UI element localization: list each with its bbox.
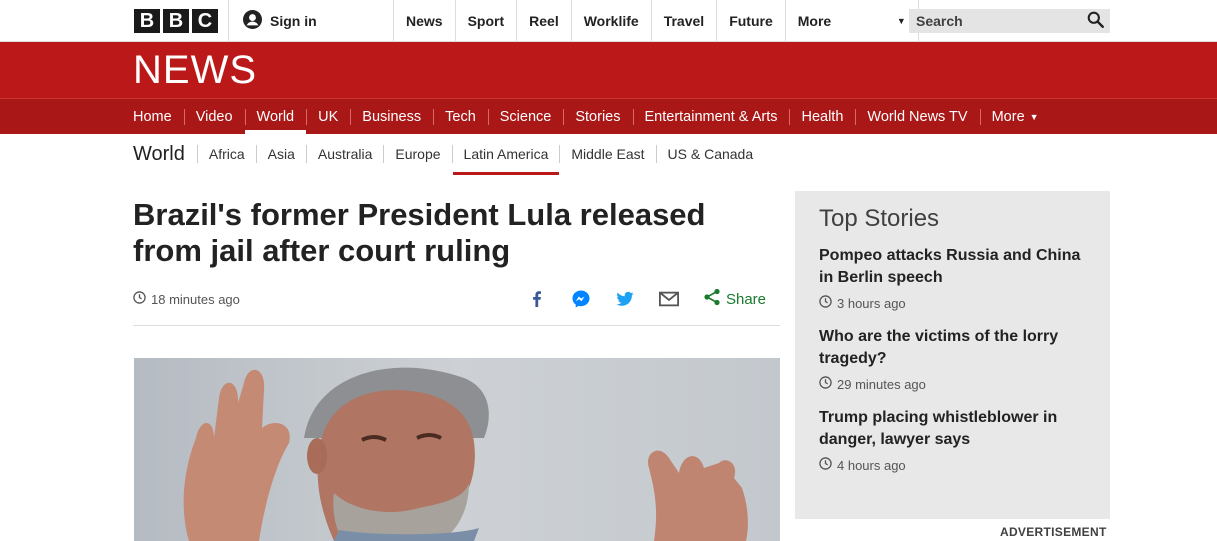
top-story-link[interactable]: Trump placing whistleblower in danger, l… — [819, 407, 1086, 451]
article-meta-row: 18 minutes ago Share — [133, 286, 780, 326]
top-story-time-text: 4 hours ago — [837, 457, 906, 473]
share-label: Share — [725, 290, 766, 308]
global-nav-worklife[interactable]: Worklife — [570, 0, 651, 42]
article-timestamp: 18 minutes ago — [133, 291, 240, 307]
logo-letter: B — [134, 9, 160, 33]
global-nav-more-label: More — [797, 13, 832, 29]
top-story-time: 29 minutes ago — [819, 376, 1086, 392]
caret-down-icon: ▼ — [896, 16, 906, 26]
section-nav-science[interactable]: Science — [487, 99, 564, 134]
top-story-time-text: 3 hours ago — [837, 295, 906, 311]
account-icon — [243, 10, 262, 32]
news-banner: NEWS — [0, 42, 1217, 98]
email-icon[interactable] — [658, 289, 679, 309]
section-nav-more-label: More — [991, 108, 1025, 125]
search-input[interactable]: Search — [909, 9, 1110, 33]
global-nav-more-button[interactable]: More ▼ — [784, 0, 919, 42]
list-item: Trump placing whistleblower in danger, l… — [819, 407, 1086, 473]
section-nav-health[interactable]: Health — [789, 99, 855, 134]
top-story-link[interactable]: Pompeo attacks Russia and China in Berli… — [819, 245, 1086, 289]
section-nav-business[interactable]: Business — [350, 99, 433, 134]
top-stories-panel: Top Stories Pompeo attacks Russia and Ch… — [795, 191, 1110, 519]
world-subnav-europe[interactable]: Europe — [383, 145, 451, 163]
logo-letter: C — [192, 9, 218, 33]
clock-icon — [819, 376, 832, 392]
top-story-time-text: 29 minutes ago — [837, 376, 926, 392]
sign-in-link[interactable]: Sign in — [228, 0, 393, 42]
search-placeholder: Search — [916, 13, 963, 29]
list-item: Pompeo attacks Russia and China in Berli… — [819, 245, 1086, 311]
caret-down-icon: ▼ — [1029, 111, 1039, 122]
global-nav-news[interactable]: News — [393, 0, 455, 42]
twitter-icon[interactable] — [615, 289, 635, 309]
top-story-time: 4 hours ago — [819, 457, 1086, 473]
top-story-time: 3 hours ago — [819, 295, 1086, 311]
section-nav-more-button[interactable]: More ▼ — [979, 99, 1051, 134]
share-tools: Share — [503, 286, 766, 312]
global-nav-reel[interactable]: Reel — [516, 0, 571, 42]
world-subnav-middle-east[interactable]: Middle East — [559, 145, 655, 163]
world-subnav-africa[interactable]: Africa — [196, 145, 256, 163]
advertisement-label: ADVERTISEMENT — [1000, 525, 1107, 539]
share-button[interactable]: Share — [703, 288, 766, 310]
section-nav-video[interactable]: Video — [183, 99, 245, 134]
world-subnav: World Africa Asia Australia Europe Latin… — [133, 137, 765, 175]
clock-icon — [819, 295, 832, 311]
global-nav: News Sport Reel Worklife Travel Future M… — [393, 0, 919, 42]
section-nav: Home Video World UK Business Tech Scienc… — [0, 98, 1217, 134]
world-subnav-australia[interactable]: Australia — [305, 145, 383, 163]
article-timestamp-text: 18 minutes ago — [151, 291, 240, 307]
news-wordmark[interactable]: NEWS — [133, 50, 257, 90]
logo-letter: B — [163, 9, 189, 33]
section-nav-uk[interactable]: UK — [306, 99, 350, 134]
section-nav-stories[interactable]: Stories — [563, 99, 632, 134]
article-headline: Brazil's former President Lula released … — [133, 197, 706, 268]
world-subnav-us-canada[interactable]: US & Canada — [655, 145, 765, 163]
search-icon[interactable] — [1087, 11, 1104, 31]
clock-icon — [133, 291, 146, 307]
world-subnav-latin-america[interactable]: Latin America — [451, 145, 560, 175]
share-icon — [703, 288, 721, 310]
sign-in-label: Sign in — [270, 13, 317, 29]
list-item: Who are the victims of the lorry tragedy… — [819, 326, 1086, 392]
global-nav-future[interactable]: Future — [716, 0, 785, 42]
clock-icon — [819, 457, 832, 473]
section-nav-home[interactable]: Home — [121, 99, 184, 134]
article-lead-image — [134, 358, 780, 541]
facebook-icon[interactable] — [527, 289, 547, 309]
section-nav-world[interactable]: World — [244, 99, 307, 134]
section-nav-entertainment-arts[interactable]: Entertainment & Arts — [632, 99, 790, 134]
world-subnav-title[interactable]: World — [133, 143, 197, 166]
global-nav-travel[interactable]: Travel — [650, 0, 716, 42]
messenger-icon[interactable] — [571, 289, 591, 309]
top-story-link[interactable]: Who are the victims of the lorry tragedy… — [819, 326, 1086, 370]
global-header: B B C Sign in News Sport Reel Worklife T… — [0, 0, 1217, 42]
top-stories-title: Top Stories — [819, 205, 940, 232]
global-nav-sport[interactable]: Sport — [454, 0, 517, 42]
bbc-logo[interactable]: B B C — [134, 9, 218, 33]
section-nav-world-news-tv[interactable]: World News TV — [855, 99, 979, 134]
section-nav-tech[interactable]: Tech — [433, 99, 488, 134]
world-subnav-asia[interactable]: Asia — [255, 145, 306, 163]
